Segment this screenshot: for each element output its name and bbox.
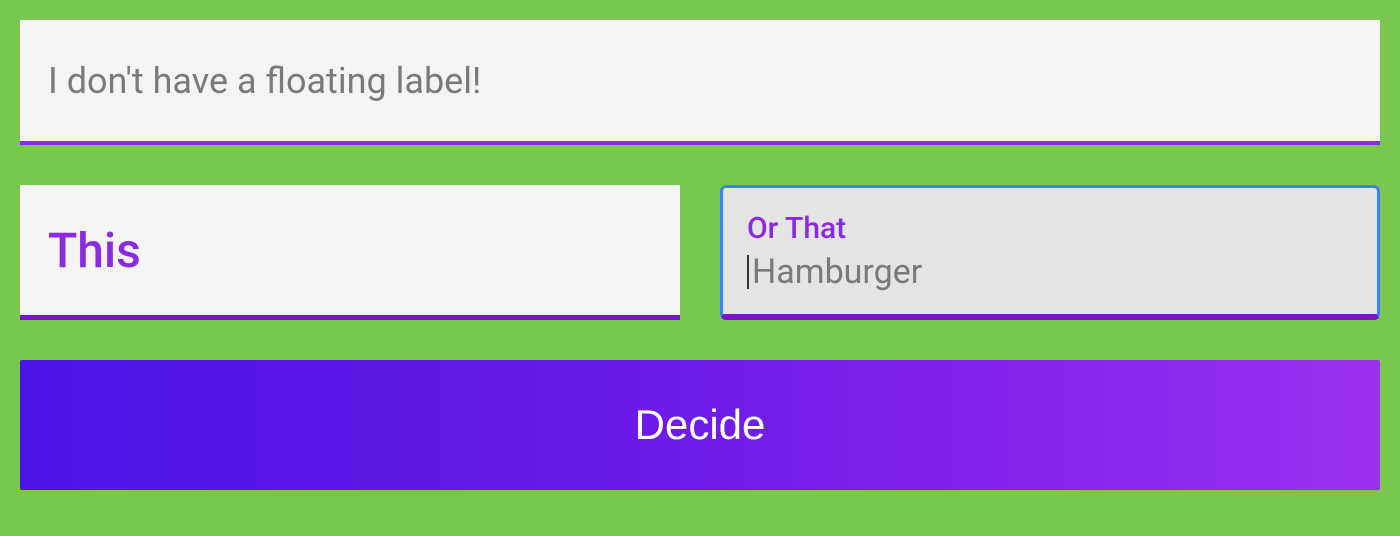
or-that-placeholder: Hamburger <box>752 252 922 292</box>
decide-button-label: Decide <box>635 401 766 449</box>
text-cursor-icon <box>747 255 749 289</box>
or-that-floating-label: Or That <box>747 211 1353 246</box>
decide-button[interactable]: Decide <box>20 360 1380 490</box>
or-that-input[interactable]: Or That Hamburger <box>720 185 1380 320</box>
no-floating-label-placeholder: I don't have a floating label! <box>48 60 481 102</box>
this-label: This <box>48 222 141 279</box>
no-floating-label-input[interactable]: I don't have a floating label! <box>20 20 1380 145</box>
this-input[interactable]: This <box>20 185 680 320</box>
